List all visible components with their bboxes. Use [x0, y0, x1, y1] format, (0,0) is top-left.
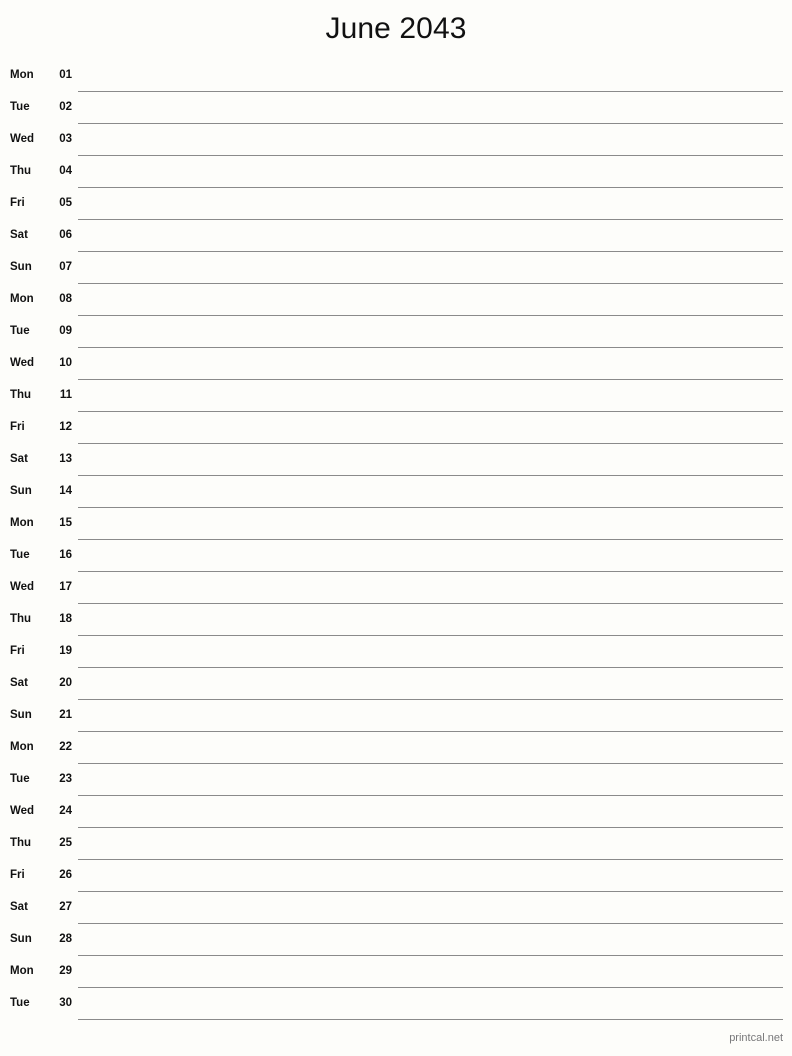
day-number: 30	[59, 997, 72, 1009]
weekday-label: Mon	[10, 517, 34, 529]
weekday-label: Thu	[10, 165, 32, 177]
day-number: 24	[59, 805, 72, 817]
day-row: Sat 06	[0, 220, 792, 252]
day-row: Sat 20	[0, 668, 792, 700]
day-number: 16	[59, 549, 72, 561]
weekday-label: Thu	[10, 389, 32, 401]
day-number: 28	[59, 933, 72, 945]
day-row: Sat 13	[0, 444, 792, 476]
day-number: 08	[59, 293, 72, 305]
day-number: 12	[59, 421, 72, 433]
weekday-label: Thu	[10, 613, 32, 625]
weekday-label: Tue	[10, 773, 30, 785]
weekday-label: Sun	[10, 485, 32, 497]
day-row: Fri 26	[0, 860, 792, 892]
weekday-label: Fri	[10, 421, 25, 433]
day-row: Wed 24	[0, 796, 792, 828]
weekday-label: Fri	[10, 645, 25, 657]
weekday-label: Sat	[10, 677, 28, 689]
day-row: Fri 05	[0, 188, 792, 220]
weekday-label: Wed	[10, 581, 35, 593]
weekday-label: Sat	[10, 453, 28, 465]
day-row: Tue 16	[0, 540, 792, 572]
weekday-label: Sun	[10, 933, 32, 945]
day-row: Thu 25	[0, 828, 792, 860]
day-row: Wed 03	[0, 124, 792, 156]
day-row: Mon 15	[0, 508, 792, 540]
weekday-label: Fri	[10, 869, 25, 881]
weekday-label: Fri	[10, 197, 25, 209]
day-number: 22	[59, 741, 72, 753]
day-row: Sat 27	[0, 892, 792, 924]
day-row: Sun 21	[0, 700, 792, 732]
day-row: Thu 11	[0, 380, 792, 412]
day-number: 26	[59, 869, 72, 881]
weekday-label: Mon	[10, 741, 34, 753]
day-number: 01	[59, 69, 72, 81]
day-row: Fri 19	[0, 636, 792, 668]
weekday-label: Sat	[10, 901, 28, 913]
day-number: 13	[59, 453, 72, 465]
day-number: 17	[59, 581, 72, 593]
weekday-label: Mon	[10, 965, 34, 977]
day-number: 05	[59, 197, 72, 209]
weekday-label: Tue	[10, 549, 30, 561]
day-row: Fri 12	[0, 412, 792, 444]
day-number: 09	[59, 325, 72, 337]
day-row: Mon 22	[0, 732, 792, 764]
weekday-label: Wed	[10, 805, 35, 817]
day-row: Thu 04	[0, 156, 792, 188]
day-row: Sun 07	[0, 252, 792, 284]
day-number: 23	[59, 773, 72, 785]
weekday-label: Wed	[10, 357, 35, 369]
day-row: Mon 08	[0, 284, 792, 316]
day-number: 07	[59, 261, 72, 273]
day-row: Tue 09	[0, 316, 792, 348]
day-row: Thu 18	[0, 604, 792, 636]
day-row: Sun 14	[0, 476, 792, 508]
day-number: 18	[59, 613, 72, 625]
page-title: June 2043	[325, 12, 467, 45]
weekday-label: Sat	[10, 229, 28, 241]
weekday-label: Sun	[10, 709, 32, 721]
day-number: 10	[59, 357, 72, 369]
footer-attribution: printcal.net	[729, 1032, 783, 1044]
note-writing-line[interactable]	[78, 1019, 783, 1020]
day-number: 21	[59, 709, 72, 721]
day-number: 04	[59, 165, 72, 177]
day-number: 11	[59, 389, 72, 401]
day-row: Mon 29	[0, 956, 792, 988]
day-row: Sun 28	[0, 924, 792, 956]
day-number: 19	[59, 645, 72, 657]
day-row: Tue 02	[0, 92, 792, 124]
weekday-label: Tue	[10, 101, 30, 113]
day-number: 03	[59, 133, 72, 145]
day-row: Tue 30	[0, 988, 792, 1020]
weekday-label: Sun	[10, 261, 32, 273]
day-rows-list: Mon 01 Tue 02 Wed 03 Thu 04 Fri 05 Sat 06 Sun 07 Mon 08…	[0, 60, 792, 1020]
day-row: Mon 01	[0, 60, 792, 92]
day-number: 14	[59, 485, 72, 497]
weekday-label: Wed	[10, 133, 35, 145]
day-row: Tue 23	[0, 764, 792, 796]
day-number: 20	[59, 677, 72, 689]
day-number: 27	[59, 901, 72, 913]
day-number: 25	[59, 837, 72, 849]
day-number: 15	[59, 517, 72, 529]
day-number: 06	[59, 229, 72, 241]
day-row: Wed 17	[0, 572, 792, 604]
weekday-label: Thu	[10, 837, 32, 849]
day-number: 02	[59, 101, 72, 113]
day-row: Wed 10	[0, 348, 792, 380]
weekday-label: Tue	[10, 997, 30, 1009]
day-number: 29	[59, 965, 72, 977]
calendar-page: June 2043 Mon 01 Tue 02 Wed 03 Thu 04 Fri 05 Sat 06…	[0, 0, 792, 1056]
weekday-label: Mon	[10, 69, 34, 81]
weekday-label: Tue	[10, 325, 30, 337]
weekday-label: Mon	[10, 293, 34, 305]
